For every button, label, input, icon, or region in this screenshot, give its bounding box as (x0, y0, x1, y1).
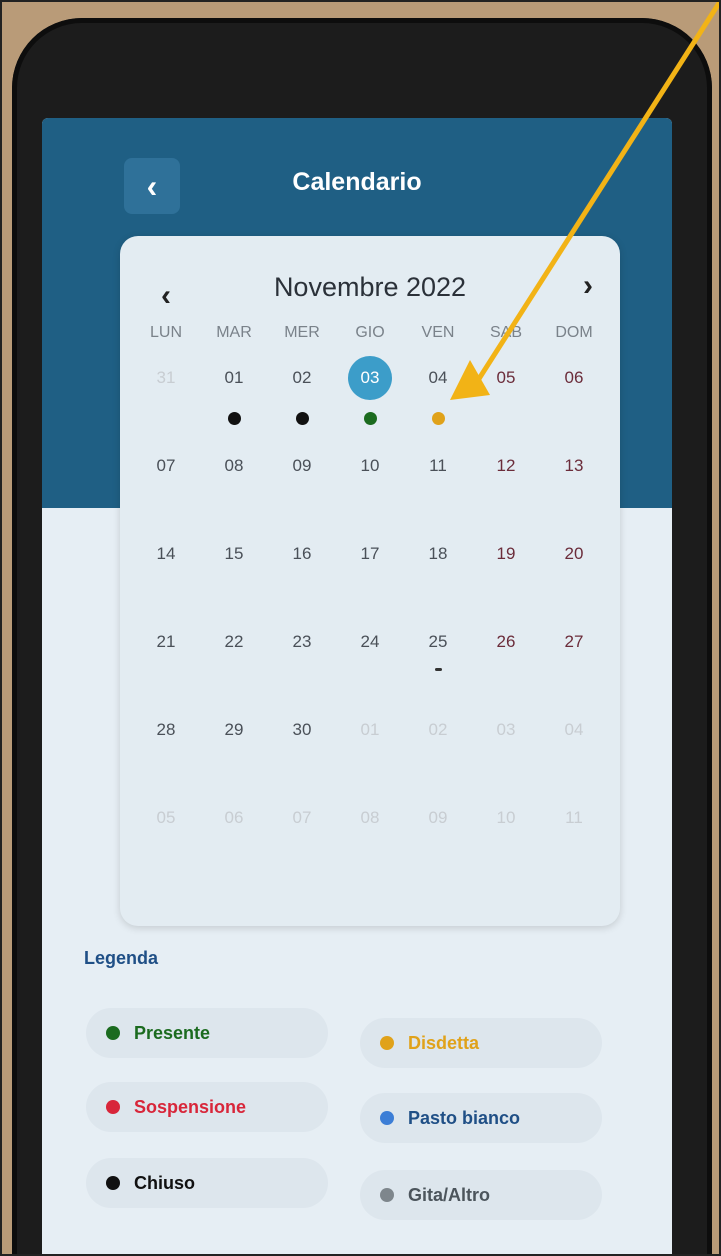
arrow-head (450, 360, 490, 400)
annotation-arrow (450, 0, 721, 400)
arrow-line (472, 0, 721, 387)
